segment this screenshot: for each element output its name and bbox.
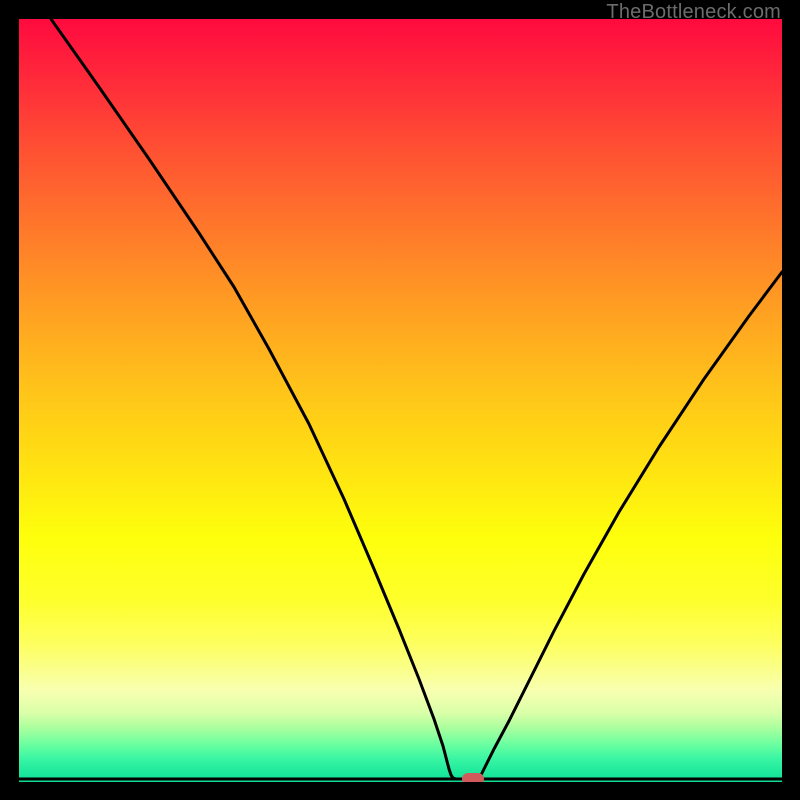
optimum-marker <box>462 773 484 782</box>
chart-frame: TheBottleneck.com <box>0 0 800 800</box>
plot-area <box>19 19 782 782</box>
curve-layer <box>19 19 782 782</box>
bottleneck-curve <box>51 19 782 779</box>
watermark-text: TheBottleneck.com <box>606 1 781 24</box>
